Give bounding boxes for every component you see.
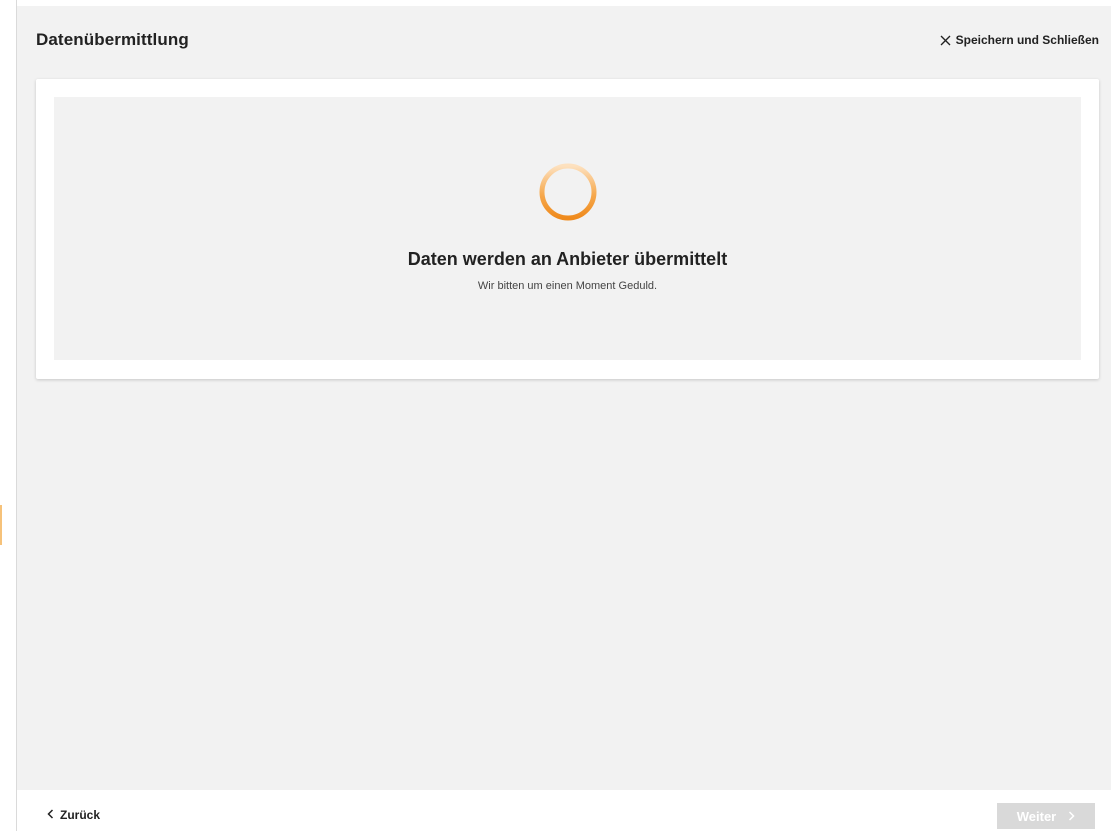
chevron-left-icon [47, 808, 54, 822]
save-and-close-button[interactable]: Speichern und Schließen [940, 33, 1099, 47]
content-area: Datenübermittlung Speichern und Schließe… [17, 6, 1111, 790]
status-subtitle: Wir bitten um einen Moment Geduld. [477, 280, 658, 292]
status-panel: Daten werden an Anbieter übermittelt Wir… [54, 97, 1081, 360]
footer-bar: Zurück Weiter [17, 790, 1111, 831]
page-title: Datenübermittlung [36, 30, 189, 49]
status-card: Daten werden an Anbieter übermittelt Wir… [36, 79, 1099, 379]
chevron-right-icon [1068, 809, 1075, 824]
close-icon [940, 35, 951, 46]
loading-spinner-icon [538, 162, 598, 222]
back-button[interactable]: Zurück [47, 808, 100, 822]
status-title: Daten werden an Anbieter übermittelt [407, 249, 728, 269]
save-and-close-label: Speichern und Schließen [955, 33, 1099, 47]
page-header: Datenübermittlung Speichern und Schließe… [36, 28, 1099, 52]
app-window: Datenübermittlung Speichern und Schließe… [17, 0, 1111, 831]
edge-accent [0, 505, 2, 545]
next-button[interactable]: Weiter [997, 803, 1095, 829]
left-edge-strip [0, 0, 17, 831]
back-button-label: Zurück [60, 808, 101, 822]
next-button-label: Weiter [1016, 808, 1057, 824]
